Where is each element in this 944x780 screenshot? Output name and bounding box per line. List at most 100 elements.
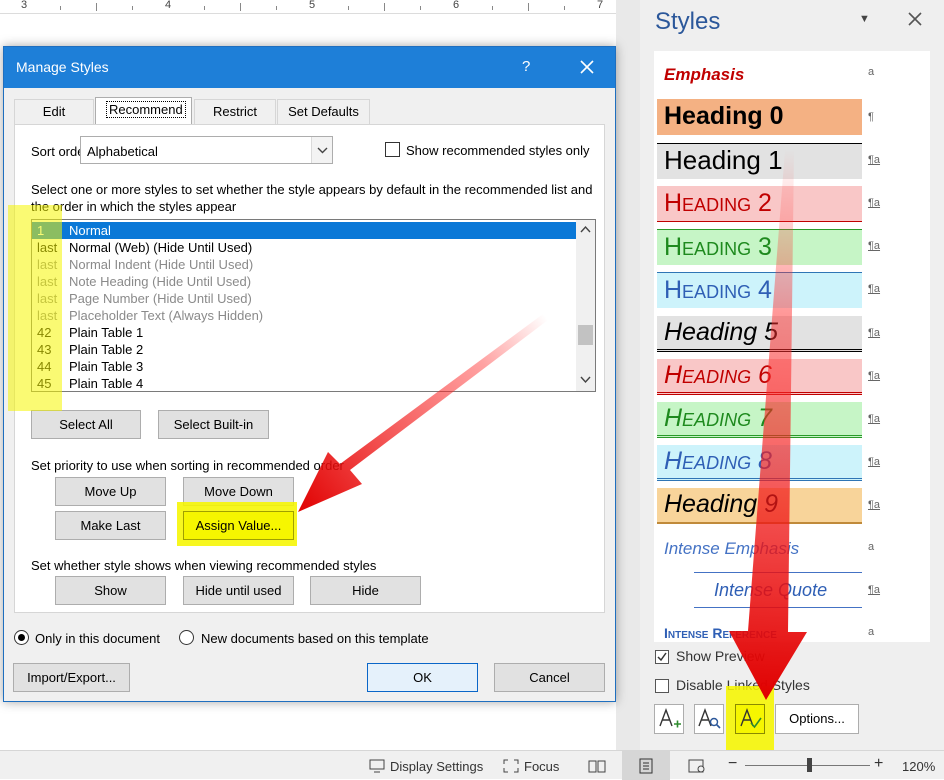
status-bar: Display Settings Focus − + 120%	[0, 750, 944, 780]
linked-style-icon: ¶a	[868, 584, 881, 596]
style-item-heading-6[interactable]: Heading 6	[657, 359, 862, 395]
hide-until-used-button[interactable]: Hide until used	[183, 576, 294, 605]
style-item-emphasis[interactable]: Emphasis	[657, 59, 857, 95]
styles-pane: Styles ▼ Emphasis a Heading 0 ¶ Heading …	[640, 0, 944, 752]
cancel-button[interactable]: Cancel	[494, 663, 605, 692]
tab-edit[interactable]: Edit	[14, 99, 94, 124]
style-item-heading-7[interactable]: Heading 7	[657, 402, 862, 438]
style-item-heading-4[interactable]: Heading 4	[657, 272, 862, 308]
only-this-document-radio[interactable]	[14, 630, 29, 645]
style-item-heading-1[interactable]: Heading 1	[657, 143, 862, 179]
sort-order-select[interactable]: Alphabetical	[80, 136, 333, 164]
help-button[interactable]: ?	[522, 58, 530, 75]
style-item-label: Heading 6	[664, 361, 772, 389]
style-item-intense-quote[interactable]: Intense Quote	[694, 572, 862, 608]
priority-numbers-highlight	[8, 205, 62, 411]
make-last-button[interactable]: Make Last	[55, 511, 166, 540]
style-item-heading-9[interactable]: Heading 9	[657, 488, 862, 524]
tab-label: Recommend	[106, 101, 186, 118]
ruler-tick	[132, 6, 133, 10]
style-row[interactable]: 44Plain Table 3	[32, 358, 576, 375]
focus-icon[interactable]	[503, 759, 519, 776]
style-row[interactable]: lastPlaceholder Text (Always Hidden)	[32, 307, 576, 324]
chevron-down-icon[interactable]	[311, 137, 332, 163]
visibility-label: Set whether style shows when viewing rec…	[31, 558, 377, 573]
style-item-intense-reference[interactable]: Intense Reference	[657, 615, 857, 642]
style-row[interactable]: lastNormal Indent (Hide Until Used)	[32, 256, 576, 273]
styles-listbox[interactable]: 1Normal lastNormal (Web) (Hide Until Use…	[31, 219, 596, 392]
style-row[interactable]: 45Plain Table 4	[32, 375, 576, 392]
zoom-level[interactable]: 120%	[902, 759, 935, 774]
style-item-label: Heading 5	[664, 318, 778, 346]
new-style-button[interactable]	[654, 704, 684, 734]
style-row[interactable]: 1Normal	[32, 222, 576, 239]
style-item-heading-8[interactable]: Heading 8	[657, 445, 862, 481]
style-name: Normal (Web) (Hide Until Used)	[69, 240, 253, 255]
manage-styles-button[interactable]	[735, 704, 765, 734]
zoom-slider-thumb[interactable]	[807, 758, 812, 772]
select-all-button[interactable]: Select All	[31, 410, 141, 439]
read-mode-icon[interactable]	[588, 759, 606, 776]
scroll-up-icon[interactable]	[580, 225, 591, 233]
style-name: Normal Indent (Hide Until Used)	[69, 257, 254, 272]
style-row[interactable]: lastPage Number (Hide Until Used)	[32, 290, 576, 307]
linked-style-icon: ¶a	[868, 327, 881, 339]
style-item-intense-emphasis[interactable]: Intense Emphasis	[657, 531, 857, 567]
display-settings-label[interactable]: Display Settings	[390, 759, 483, 774]
style-row[interactable]: 43Plain Table 2	[32, 341, 576, 358]
style-item-label: Heading 3	[664, 233, 772, 261]
move-up-button[interactable]: Move Up	[55, 477, 166, 506]
style-item-heading-5[interactable]: Heading 5	[657, 316, 862, 352]
show-preview-checkbox[interactable]	[655, 650, 669, 664]
style-name: Placeholder Text (Always Hidden)	[69, 308, 264, 323]
linked-style-icon: ¶a	[868, 154, 881, 166]
zoom-in-button[interactable]: +	[874, 755, 883, 773]
show-button[interactable]: Show	[55, 576, 166, 605]
ruler-tick	[384, 3, 385, 11]
style-name: Normal	[69, 223, 111, 238]
style-row[interactable]: 42Plain Table 1	[32, 324, 576, 341]
style-inspector-button[interactable]	[694, 704, 724, 734]
new-style-icon	[659, 708, 681, 728]
web-layout-icon[interactable]	[688, 759, 706, 776]
assign-value-button[interactable]: Assign Value...	[183, 511, 294, 540]
ruler-number: 6	[453, 0, 460, 11]
scrollbar-thumb[interactable]	[578, 325, 593, 345]
tab-label: Restrict	[212, 104, 258, 119]
style-item-label: Intense Emphasis	[664, 539, 800, 558]
focus-label[interactable]: Focus	[524, 759, 559, 774]
scroll-down-icon[interactable]	[580, 376, 591, 384]
close-icon[interactable]	[575, 55, 599, 79]
print-layout-button[interactable]	[622, 751, 670, 780]
hide-button[interactable]: Hide	[310, 576, 421, 605]
pane-menu-icon[interactable]: ▼	[859, 13, 870, 25]
style-item-label: Heading 7	[664, 404, 772, 432]
tab-restrict[interactable]: Restrict	[194, 99, 276, 124]
style-item-heading-3[interactable]: Heading 3	[657, 229, 862, 265]
disable-linked-styles-checkbox[interactable]	[655, 679, 669, 693]
tab-recommend[interactable]: Recommend	[95, 97, 192, 125]
import-export-button[interactable]: Import/Export...	[13, 663, 130, 692]
dialog-title-bar[interactable]: Manage Styles ?	[4, 47, 615, 88]
display-settings-icon[interactable]	[369, 759, 387, 776]
close-icon[interactable]	[906, 10, 924, 28]
listbox-scrollbar[interactable]	[576, 220, 595, 391]
ruler[interactable]: 3 4 5 6 7	[0, 0, 616, 14]
tab-set-defaults[interactable]: Set Defaults	[277, 99, 370, 124]
style-row[interactable]: lastNote Heading (Hide Until Used)	[32, 273, 576, 290]
new-documents-radio[interactable]	[179, 630, 194, 645]
style-item-heading-2[interactable]: Heading 2	[657, 186, 862, 222]
style-item-label: Heading 8	[664, 447, 772, 475]
select-builtin-button[interactable]: Select Built-in	[158, 410, 269, 439]
style-item-heading-0[interactable]: Heading 0	[657, 99, 862, 135]
style-name: Plain Table 4	[69, 376, 144, 391]
show-recommended-checkbox[interactable]	[385, 142, 400, 157]
style-row[interactable]: lastNormal (Web) (Hide Until Used)	[32, 239, 576, 256]
styles-gallery[interactable]: Emphasis a Heading 0 ¶ Heading 1 ¶a Head…	[654, 51, 930, 642]
linked-style-icon: ¶a	[868, 197, 881, 209]
options-button[interactable]: Options...	[775, 704, 859, 734]
zoom-out-button[interactable]: −	[728, 755, 737, 773]
linked-style-icon: ¶a	[868, 499, 881, 511]
show-preview-label: Show Preview	[676, 648, 765, 664]
ok-button[interactable]: OK	[367, 663, 478, 692]
